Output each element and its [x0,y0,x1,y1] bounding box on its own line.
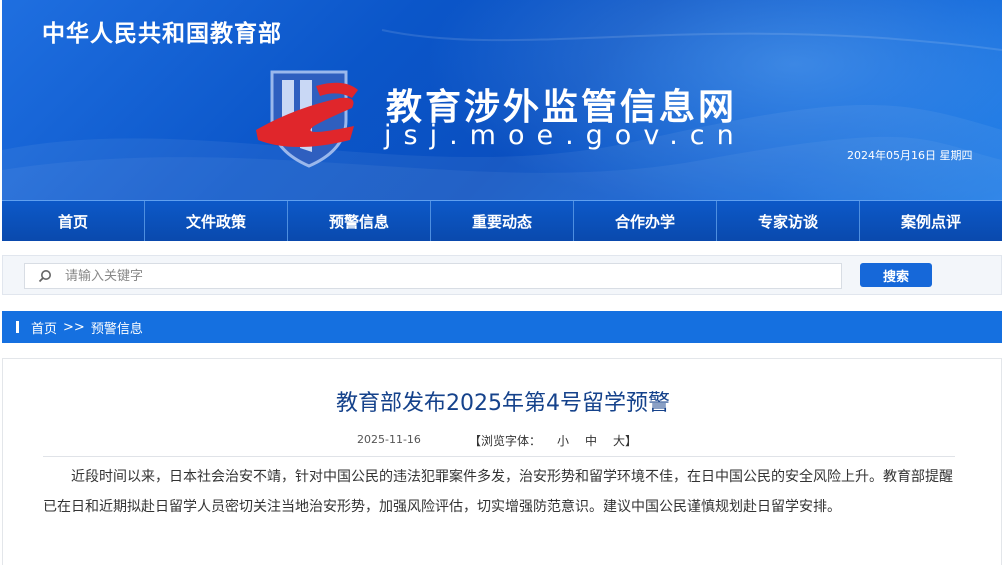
js-shield-logo-icon [256,70,358,168]
article-panel: 教育部发布2025年第4号留学预警 2025-11-16 【浏览字体：小中大】 … [2,358,1002,565]
search-button[interactable]: 搜索 [860,263,932,287]
article-title: 教育部发布2025年第4号留学预警 [336,391,670,416]
breadcrumb-home[interactable]: 首页 [31,318,57,337]
nav-item-cooperation[interactable]: 合作办学 [574,201,717,241]
nav-item-cases[interactable]: 案例点评 [860,201,1002,241]
site-domain: jsj.moe.gov.cn [384,120,746,151]
nav-item-policy[interactable]: 文件政策 [145,201,288,241]
font-size-label: 【浏览字体： [469,434,542,448]
search-bar: 搜索 [2,255,1002,295]
breadcrumb-separator: >> [63,319,85,335]
nav-item-news[interactable]: 重要动态 [431,201,574,241]
nav-item-home[interactable]: 首页 [2,201,145,241]
breadcrumb: 首页 >> 预警信息 [2,311,1002,343]
article-meta: 2025-11-16 【浏览字体： 小 中 大】 [3,432,1003,450]
search-box [24,263,842,289]
breadcrumb-marker [16,321,19,333]
search-input[interactable] [65,264,841,288]
search-icon [25,264,65,288]
nav-item-interviews[interactable]: 专家访谈 [717,201,860,241]
article-date: 2025-11-16 [357,433,421,446]
font-size-large[interactable]: 大】 [613,434,637,448]
article-divider [43,456,955,457]
header-banner: 中华人民共和国教育部 教育涉外监管信息网 jsj.moe.gov.cn 2024… [2,0,1002,200]
current-date: 2024年05月16日 星期四 [847,149,973,162]
main-nav: 首页 文件政策 预警信息 重要动态 合作办学 专家访谈 案例点评 [2,200,1002,241]
article-body: 近段时间以来，日本社会治安不靖，针对中国公民的违法犯罪案件多发，治安形势和留学环… [43,469,953,515]
font-size-small[interactable]: 小 [557,434,569,448]
font-size-medium[interactable]: 中 [585,434,597,448]
ministry-name: 中华人民共和国教育部 [42,21,282,47]
font-size-control: 【浏览字体： 小 中 大】 [469,432,637,449]
breadcrumb-current[interactable]: 预警信息 [91,318,143,337]
nav-item-alerts[interactable]: 预警信息 [288,201,431,241]
